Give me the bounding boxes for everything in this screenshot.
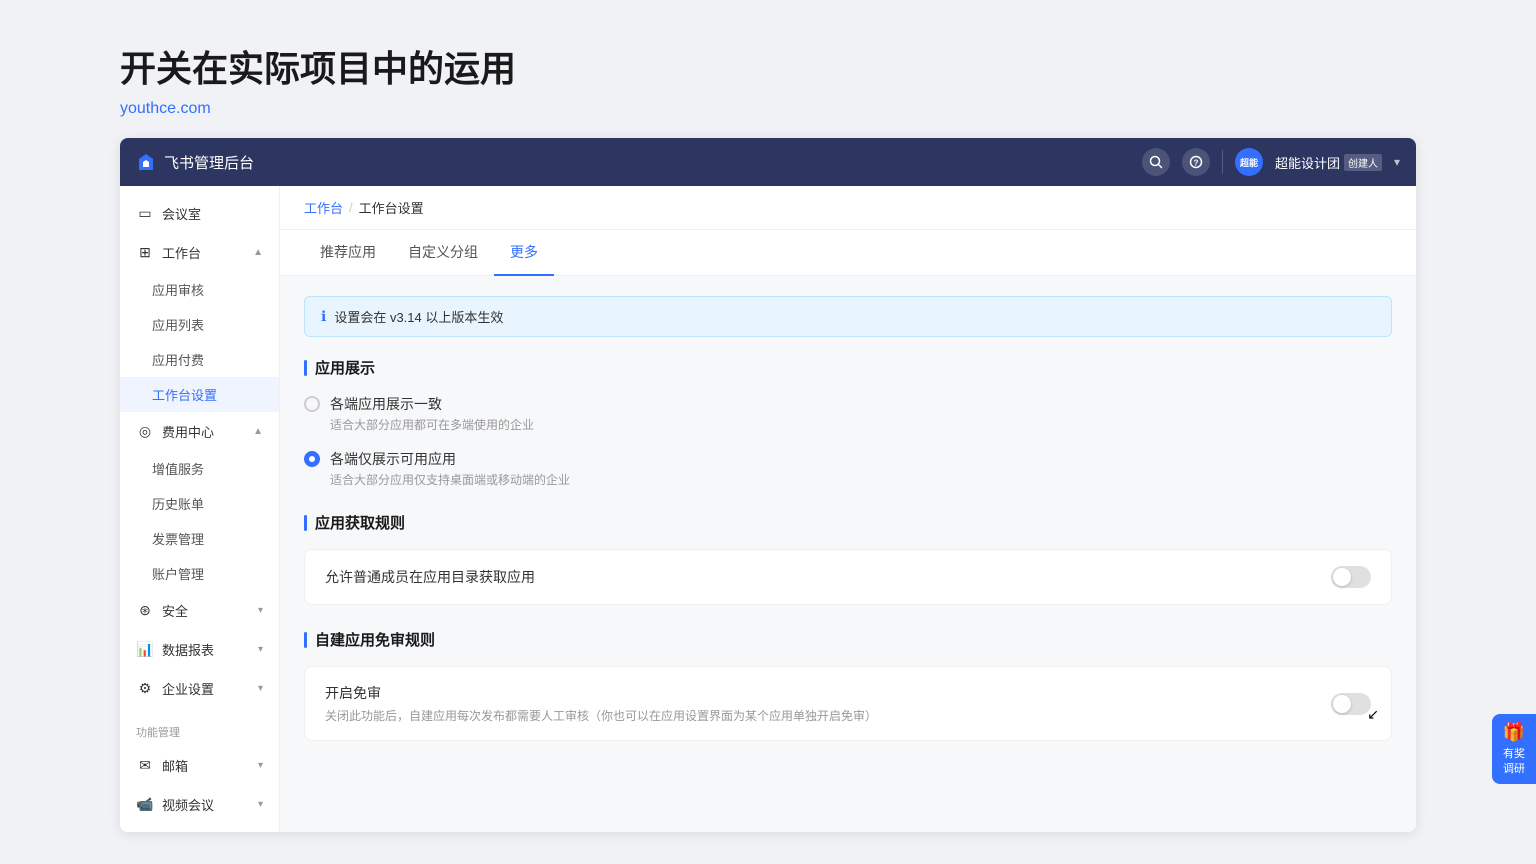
gift-text: 有奖调研 xyxy=(1498,747,1530,776)
billing-icon: ◎ xyxy=(136,423,154,440)
sidebar-item-enterprise-settings[interactable]: ⚙ 企业设置 ▾ xyxy=(120,669,279,708)
topnav-right: ? 超能 超能设计团 创建人 ▾ xyxy=(1142,148,1400,176)
sidebar-sub-item-invoice[interactable]: 发票管理 xyxy=(120,521,279,556)
topnav-title: 飞书管理后台 xyxy=(164,152,254,173)
feishu-logo xyxy=(136,152,156,172)
section-title-bar-3 xyxy=(304,632,307,648)
toggle-dot xyxy=(1333,568,1351,586)
topnav-avatar: 超能 xyxy=(1235,148,1263,176)
video-conf-chevron-icon: ▾ xyxy=(258,799,263,810)
sidebar-item-video-conf[interactable]: 📹 视频会议 ▾ xyxy=(120,785,279,824)
sidebar-item-workspace[interactable]: ⊞ 工作台 ▲ xyxy=(120,233,279,272)
svg-text:?: ? xyxy=(1194,159,1199,168)
breadcrumb-current: 工作台设置 xyxy=(359,198,424,217)
app-review-title: 自建应用免审规则 xyxy=(304,629,1392,650)
data-report-icon: 📊 xyxy=(136,641,154,658)
app-shell: 飞书管理后台 ? 超能 超能设计团 创建人 ▾ ▭ 会议室 xyxy=(120,138,1416,832)
app-access-card: 允许普通成员在应用目录获取应用 xyxy=(304,549,1392,605)
breadcrumb-workspace[interactable]: 工作台 xyxy=(304,198,343,217)
radio-consistent-content: 各端应用展示一致 适合大部分应用都可在多端使用的企业 xyxy=(330,394,534,433)
mailbox-icon: ✉ xyxy=(136,757,154,774)
gift-survey-button[interactable]: 🎁 有奖调研 xyxy=(1492,714,1536,784)
sidebar-item-billing[interactable]: ◎ 费用中心 ▲ xyxy=(120,412,279,451)
app-review-toggle[interactable]: ↙ xyxy=(1331,693,1371,715)
main-layout: ▭ 会议室 ⊞ 工作台 ▲ 应用审核 应用列表 应用付费 工作台设置 ◎ xyxy=(120,186,1416,832)
video-conf-icon: 📹 xyxy=(136,796,154,813)
app-review-card-content: 开启免审 关闭此功能后，自建应用每次发布都需要人工审核（你也可以在应用设置界面为… xyxy=(325,683,877,724)
app-access-toggle[interactable] xyxy=(1331,566,1371,588)
sidebar-item-meeting-room[interactable]: ▭ 会议室 xyxy=(120,194,279,233)
sidebar-sub-item-account[interactable]: 账户管理 xyxy=(120,556,279,591)
sidebar-item-data-report[interactable]: 📊 数据报表 ▾ xyxy=(120,630,279,669)
breadcrumb-separator: / xyxy=(349,200,353,215)
help-icon[interactable]: ? xyxy=(1182,148,1210,176)
sidebar-group-header: 功能管理 xyxy=(120,708,279,746)
radio-per-platform[interactable] xyxy=(304,451,320,467)
radio-option-per-platform[interactable]: 各端仅展示可用应用 适合大部分应用仅支持桌面端或移动端的企业 xyxy=(304,449,1392,488)
sidebar-sub-item-app-list[interactable]: 应用列表 xyxy=(120,307,279,342)
app-access-section: 应用获取规则 允许普通成员在应用目录获取应用 xyxy=(304,512,1392,605)
tab-custom-group[interactable]: 自定义分组 xyxy=(392,230,494,276)
cursor-indicator: ↙ xyxy=(1367,706,1379,723)
section-title-bar xyxy=(304,360,307,376)
topnav-divider xyxy=(1222,150,1223,174)
content-area: 工作台 / 工作台设置 推荐应用 自定义分组 更多 ℹ 设置会在 v3.14 以… xyxy=(280,186,1416,832)
notice-text: 设置会在 v3.14 以上版本生效 xyxy=(334,307,503,326)
sidebar-sub-item-app-payment[interactable]: 应用付费 xyxy=(120,342,279,377)
gift-icon: 🎁 xyxy=(1503,722,1525,743)
page-subtitle: youthce.com xyxy=(120,100,1536,118)
sidebar-item-security[interactable]: ⊛ 安全 ▾ xyxy=(120,591,279,630)
app-display-section: 应用展示 各端应用展示一致 适合大部分应用都可在多端使用的企业 xyxy=(304,357,1392,488)
search-icon[interactable] xyxy=(1142,148,1170,176)
enterprise-chevron-icon: ▾ xyxy=(258,683,263,694)
app-access-title: 应用获取规则 xyxy=(304,512,1392,533)
workspace-icon: ⊞ xyxy=(136,244,154,261)
tab-more[interactable]: 更多 xyxy=(494,230,554,276)
breadcrumb: 工作台 / 工作台设置 xyxy=(280,186,1416,230)
topnav-org: 超能设计团 创建人 xyxy=(1275,153,1382,172)
topnav: 飞书管理后台 ? 超能 超能设计团 创建人 ▾ xyxy=(120,138,1416,186)
radio-per-platform-content: 各端仅展示可用应用 适合大部分应用仅支持桌面端或移动端的企业 xyxy=(330,449,570,488)
toggle-review-dot xyxy=(1333,695,1351,713)
topnav-chevron-icon[interactable]: ▾ xyxy=(1394,155,1400,169)
sidebar-sub-item-app-review[interactable]: 应用审核 xyxy=(120,272,279,307)
sidebar-sub-item-value-added[interactable]: 增值服务 xyxy=(120,451,279,486)
enterprise-settings-icon: ⚙ xyxy=(136,680,154,697)
security-icon: ⊛ xyxy=(136,602,154,619)
sidebar-sub-item-history-bill[interactable]: 历史账单 xyxy=(120,486,279,521)
billing-chevron-icon: ▲ xyxy=(253,426,263,437)
data-report-chevron-icon: ▾ xyxy=(258,644,263,655)
page-title: 开关在实际项目中的运用 xyxy=(120,40,1536,92)
sidebar-item-mailbox[interactable]: ✉ 邮箱 ▾ xyxy=(120,746,279,785)
mailbox-chevron-icon: ▾ xyxy=(258,760,263,771)
tab-recommended-apps[interactable]: 推荐应用 xyxy=(304,230,392,276)
tab-bar: 推荐应用 自定义分组 更多 xyxy=(280,230,1416,276)
app-review-section: 自建应用免审规则 开启免审 关闭此功能后，自建应用每次发布都需要人工审核（你也可… xyxy=(304,629,1392,741)
notice-bar: ℹ 设置会在 v3.14 以上版本生效 xyxy=(304,296,1392,337)
sidebar: ▭ 会议室 ⊞ 工作台 ▲ 应用审核 应用列表 应用付费 工作台设置 ◎ xyxy=(120,186,280,832)
security-chevron-icon: ▾ xyxy=(258,605,263,616)
app-display-title: 应用展示 xyxy=(304,357,1392,378)
workspace-chevron-icon: ▲ xyxy=(253,247,263,258)
page-header: 开关在实际项目中的运用 youthce.com xyxy=(0,0,1536,138)
meeting-room-icon: ▭ xyxy=(136,205,154,222)
app-review-card: 开启免审 关闭此功能后，自建应用每次发布都需要人工审核（你也可以在应用设置界面为… xyxy=(304,666,1392,741)
section-title-bar-2 xyxy=(304,515,307,531)
notice-info-icon: ℹ xyxy=(321,308,326,325)
content-body: ℹ 设置会在 v3.14 以上版本生效 应用展示 各端应用展示一致 适合大部 xyxy=(280,276,1416,785)
sidebar-sub-item-workspace-settings[interactable]: 工作台设置 xyxy=(120,377,279,412)
topnav-left: 飞书管理后台 xyxy=(136,152,254,173)
radio-consistent[interactable] xyxy=(304,396,320,412)
radio-option-consistent[interactable]: 各端应用展示一致 适合大部分应用都可在多端使用的企业 xyxy=(304,394,1392,433)
